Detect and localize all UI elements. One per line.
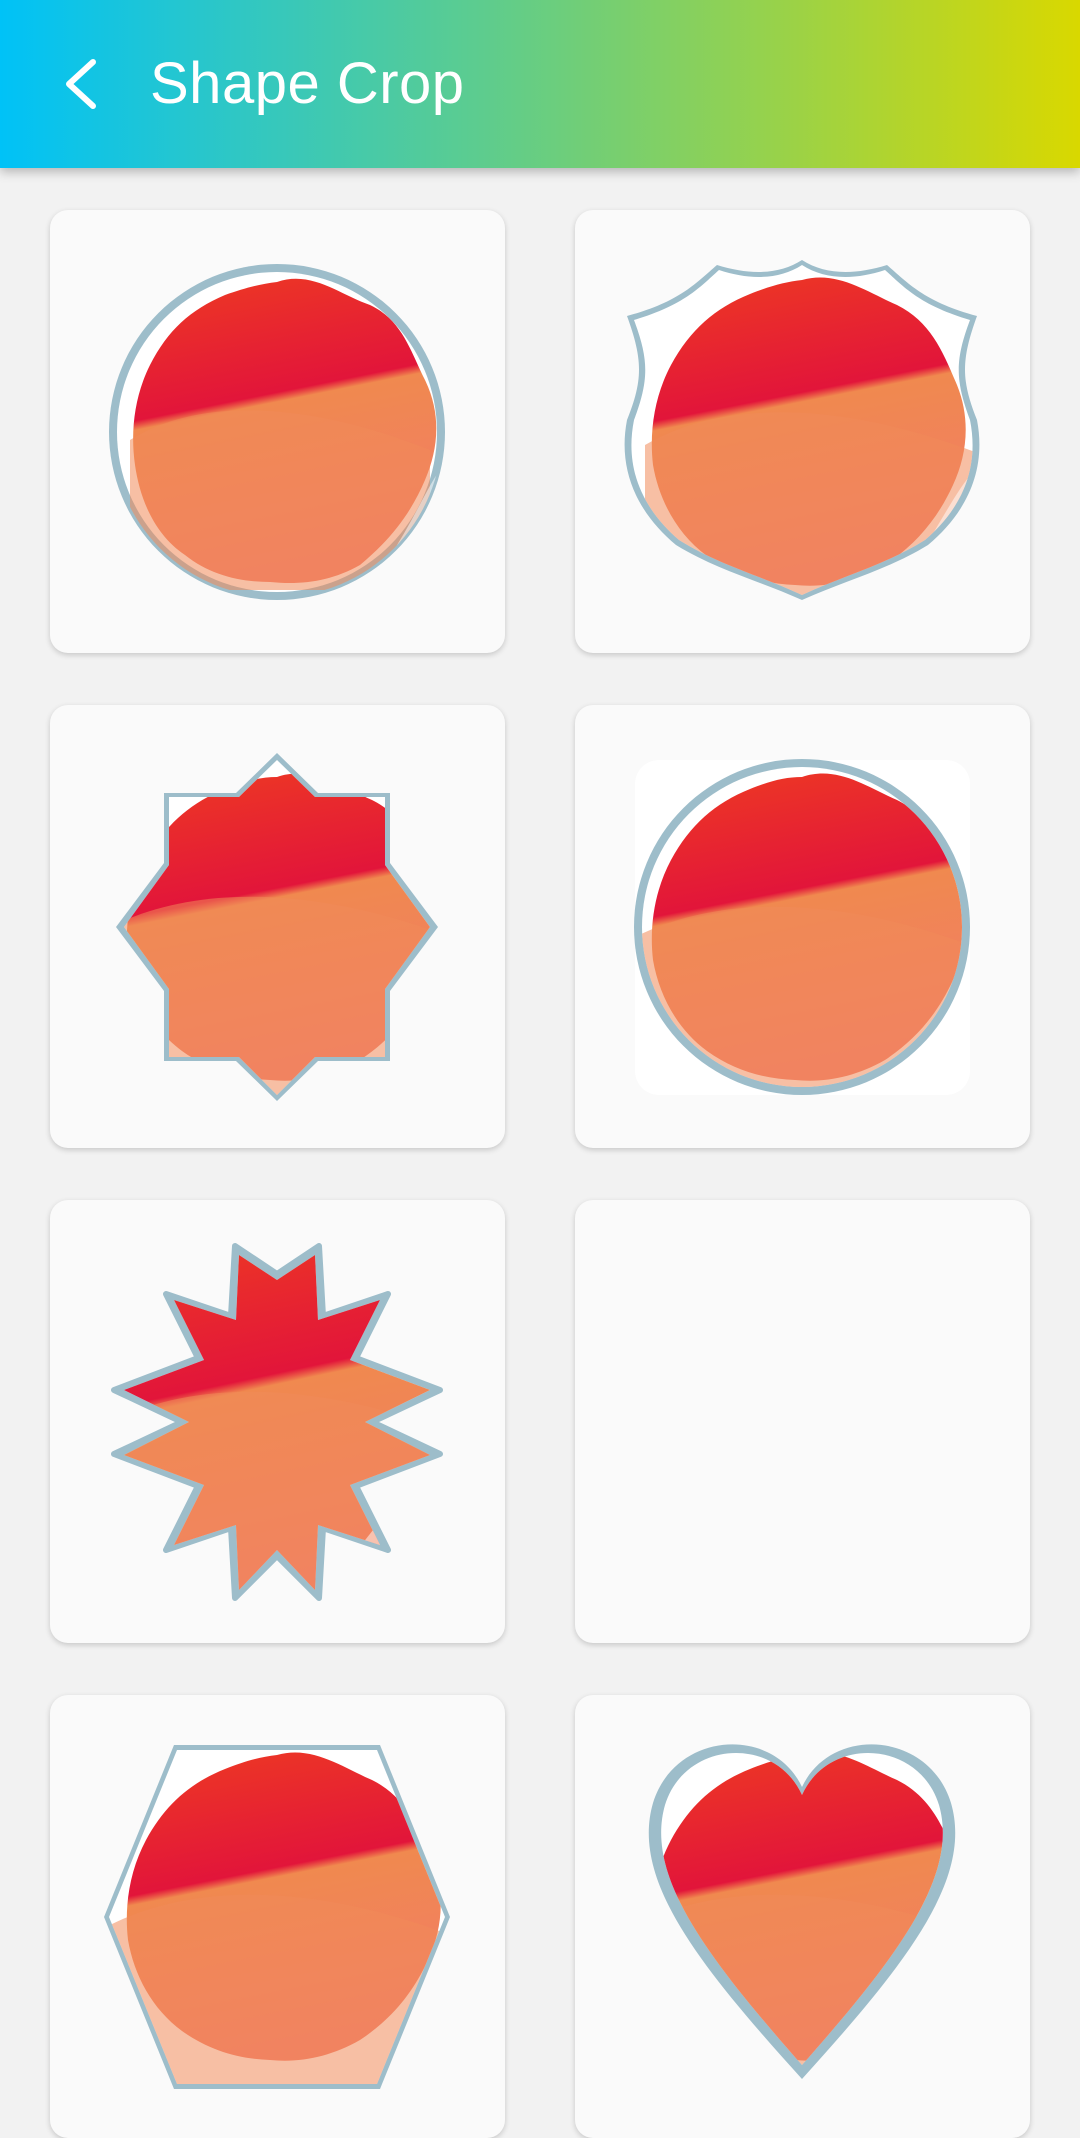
- page-title: Shape Crop: [150, 51, 465, 116]
- octagram-shape-icon: [116, 753, 438, 1101]
- shape-card-rounded-square[interactable]: [575, 705, 1030, 1148]
- shape-card-star[interactable]: [50, 1200, 505, 1643]
- shape-card-shield[interactable]: [575, 210, 1030, 653]
- back-button[interactable]: [40, 44, 120, 124]
- shape-card-striped-circle[interactable]: [575, 1200, 1030, 1643]
- striped-circle-shape-icon: [630, 1250, 974, 1594]
- heart-shape-icon: [648, 1744, 956, 2079]
- star-shape-icon: [111, 1243, 443, 1601]
- shield-shape-icon: [624, 260, 980, 600]
- shape-card-circle[interactable]: [50, 210, 505, 653]
- hexagon-shape-icon: [104, 1745, 450, 2089]
- app-bar: Shape Crop: [0, 0, 1080, 168]
- shape-card-heart[interactable]: [575, 1695, 1030, 2138]
- shape-card-hexagon[interactable]: [50, 1695, 505, 2138]
- shape-card-octagram[interactable]: [50, 705, 505, 1148]
- chevron-left-icon: [66, 59, 96, 109]
- rounded-square-shape-icon: [634, 759, 970, 1095]
- circle-shape-icon: [109, 264, 445, 600]
